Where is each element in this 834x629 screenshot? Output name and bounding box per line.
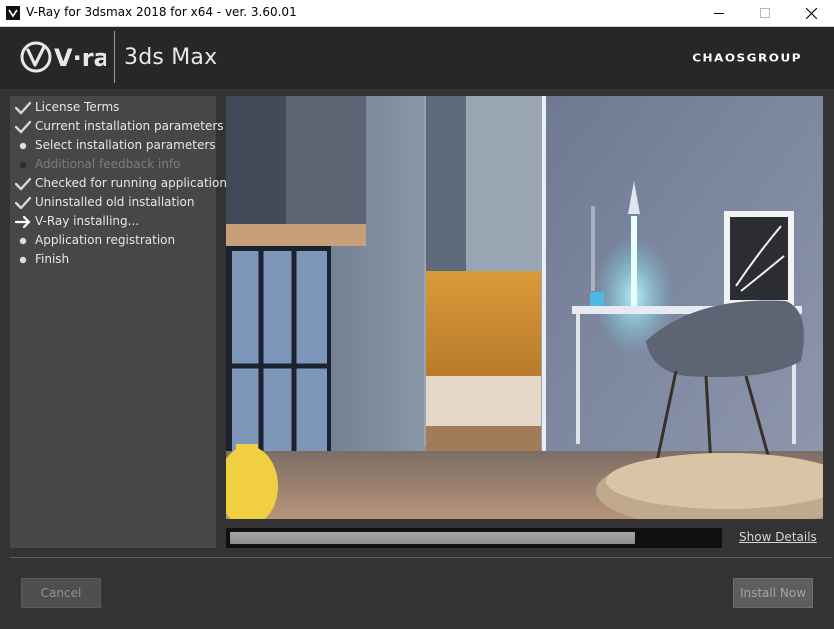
- step-label: Uninstalled old installation: [35, 195, 195, 209]
- maximize-icon[interactable]: [742, 0, 788, 26]
- title-bar: V-Ray for 3dsmax 2018 for x64 - ver. 3.6…: [0, 0, 834, 27]
- step-item: Select installation parameters: [10, 136, 216, 155]
- step-label: Current installation parameters: [35, 119, 224, 133]
- step-item: Additional feedback info: [10, 155, 216, 174]
- bullet-icon: [15, 252, 31, 266]
- window-title: V-Ray for 3dsmax 2018 for x64 - ver. 3.6…: [26, 5, 297, 19]
- progress-fill: [230, 532, 635, 544]
- app-icon: [6, 6, 20, 20]
- chaosgroup-logo: CHAOSGROUP: [692, 51, 802, 65]
- minimize-icon[interactable]: [696, 0, 742, 26]
- hero-render-image: [226, 96, 823, 519]
- step-label: Application registration: [35, 233, 176, 247]
- step-item: Current installation parameters: [10, 117, 224, 136]
- checkmark-icon: [14, 176, 32, 191]
- checkmark-icon: [14, 119, 32, 134]
- step-item: License Terms: [10, 98, 216, 117]
- checkmark-icon: [14, 100, 32, 115]
- step-item: Application registration: [10, 231, 216, 250]
- step-item: Checked for running applications: [10, 174, 233, 193]
- install-now-button[interactable]: Install Now: [733, 578, 813, 608]
- step-label: Checked for running applications: [35, 176, 234, 190]
- step-label: License Terms: [35, 100, 120, 114]
- step-label: Select installation parameters: [35, 138, 216, 152]
- step-item: Uninstalled old installation: [10, 193, 216, 212]
- installer-window: V-Ray for 3dsmax 2018 for x64 - ver. 3.6…: [0, 0, 834, 629]
- product-name: 3ds Max: [124, 45, 218, 70]
- bullet-icon: [15, 138, 31, 152]
- install-steps-panel: License Terms Current installation parame…: [10, 96, 233, 548]
- step-item: Finish: [10, 250, 216, 269]
- footer-divider: [10, 557, 832, 558]
- install-progress-bar: [226, 528, 722, 548]
- header-banner: V·ray 3ds Max CHAOSGROUP: [0, 27, 834, 89]
- step-label: Additional feedback info: [35, 157, 181, 171]
- step-item: V-Ray installing...: [10, 212, 216, 231]
- checkmark-icon: [14, 195, 32, 210]
- show-details-link[interactable]: Show Details: [739, 530, 817, 544]
- vray-logo: V·ray: [20, 38, 125, 82]
- svg-text:V·ray: V·ray: [54, 44, 106, 72]
- close-icon[interactable]: [788, 0, 834, 26]
- bullet-icon: [15, 233, 31, 247]
- arrow-right-icon: [14, 214, 31, 229]
- step-label: V-Ray installing...: [35, 214, 140, 228]
- logo-divider: [114, 31, 115, 83]
- step-label: Finish: [35, 252, 70, 266]
- bullet-icon: [15, 157, 31, 171]
- cancel-button[interactable]: Cancel: [21, 578, 101, 608]
